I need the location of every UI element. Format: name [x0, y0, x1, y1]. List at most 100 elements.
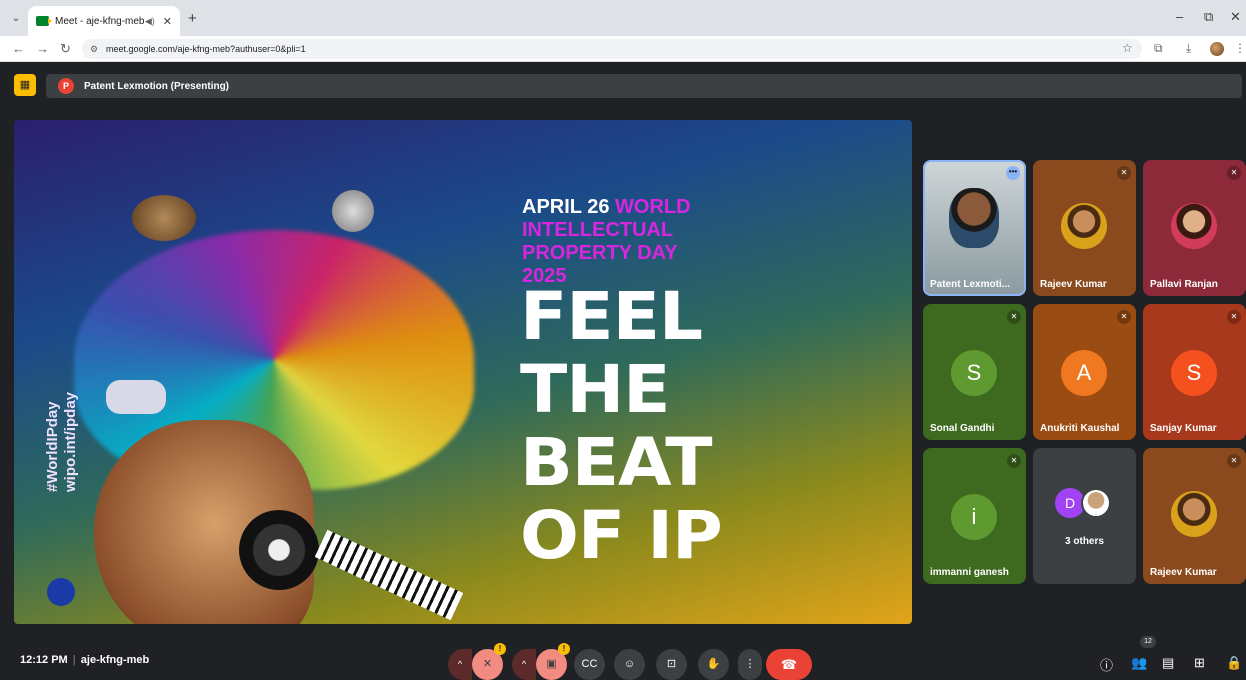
others-count: 3 others [1065, 536, 1104, 547]
avatar: A [1061, 350, 1107, 396]
participant-name: Sonal Gandhi [930, 423, 995, 434]
slogan-line-1: FEEL [520, 278, 703, 355]
presenter-avatar: P [58, 78, 74, 94]
captions-button[interactable]: CC [574, 649, 605, 680]
participant-name: Patent Lexmoti... [930, 279, 1011, 290]
hashtag: #WorldIPday [44, 401, 61, 492]
back-icon[interactable]: ← [12, 41, 25, 56]
avatar [1171, 491, 1217, 537]
participant-name: Sanjay Kumar [1150, 423, 1217, 434]
participant-name: Rajeev Kumar [1150, 567, 1217, 578]
meet-favicon-icon [36, 16, 52, 26]
avatar: S [951, 350, 997, 396]
participant-tile[interactable]: ✕ A Anukriti Kaushal [1033, 304, 1136, 440]
people-icon[interactable]: 👥 [1131, 655, 1147, 671]
meet-control-bar: 12:12 PM | aje-kfng-meb ^ ✕! ^ ▣! CC ☺ ⊡ ✋… [0, 636, 1246, 680]
avatar: S [1171, 350, 1217, 396]
slide-heading: APRIL 26 WORLD INTELLECTUAL PROPERTY DAY… [522, 196, 762, 288]
participant-tile[interactable]: ✕ S Sanjay Kumar [1143, 304, 1246, 440]
presenter-video [949, 188, 999, 248]
meeting-info: 12:12 PM | aje-kfng-meb [20, 654, 150, 666]
mic-off-icon: ✕ [1117, 310, 1131, 324]
participant-tile[interactable]: ✕ Rajeev Kumar [1033, 160, 1136, 296]
window-close-button[interactable]: ✕ [1230, 9, 1241, 25]
heading-intellectual: INTELLECTUAL [522, 219, 674, 241]
people-count-badge: 12 [1140, 636, 1156, 648]
raise-hand-button[interactable]: ✋ [698, 649, 729, 680]
heading-date: APRIL 26 [522, 196, 610, 218]
presentation-toggle-icon[interactable]: ▦ [14, 74, 36, 96]
participant-tile-presenter[interactable]: ••• Patent Lexmoti... [923, 160, 1026, 296]
browser-tab-strip: ⌄ Meet - aje-kfng-meb ◀) ✕ + – ⧉ ✕ [0, 0, 1246, 36]
participant-name: Anukriti Kaushal [1040, 423, 1120, 434]
tab-close-icon[interactable]: ✕ [163, 15, 172, 28]
tab-title: Meet - aje-kfng-meb [55, 15, 145, 27]
more-options-icon[interactable]: ••• [1006, 166, 1020, 180]
avatar [1171, 203, 1217, 249]
warning-icon: ! [494, 643, 506, 655]
heading-world: WORLD [609, 196, 691, 218]
game-controller-art [106, 380, 166, 414]
profile-avatar[interactable] [1210, 42, 1224, 56]
heading-property-day: PROPERTY DAY [522, 242, 678, 264]
browser-menu-icon[interactable]: ⋮ [1234, 41, 1246, 55]
mic-off-icon: ✕ [1227, 166, 1241, 180]
others-avatars: D [1055, 488, 1111, 518]
present-screen-button[interactable]: ⊡ [656, 649, 687, 680]
camera-toggle-button[interactable]: ▣! [536, 643, 570, 680]
url-text: meet.google.com/aje-kfng-meb?authuser=0&… [106, 44, 306, 54]
mic-off-icon: ✕ [1007, 454, 1021, 468]
wipo-site: wipo.int/ipday [62, 392, 79, 492]
clock-time: 12:12 PM [20, 654, 68, 666]
mic-off-icon: ✕ [1117, 166, 1131, 180]
restore-button[interactable]: ⧉ [1204, 9, 1213, 25]
participant-tile[interactable]: ✕ i immanni ganesh [923, 448, 1026, 584]
slide-slogan: FEEL THE BEAT OF IP [520, 278, 723, 574]
avatar [1061, 203, 1107, 249]
meeting-code: aje-kfng-meb [80, 654, 150, 666]
participant-name: Pallavi Ranjan [1150, 279, 1218, 290]
microphone-art [332, 190, 374, 232]
mic-off-icon: ✕ [1227, 310, 1241, 324]
slide-artwork [14, 120, 534, 624]
meet-window: ▦ P Patent Lexmotion (Presenting) #World… [0, 63, 1246, 680]
audio-playing-icon[interactable]: ◀) [145, 16, 155, 27]
forward-icon[interactable]: → [36, 41, 49, 56]
others-tile[interactable]: D 3 others [1033, 448, 1136, 584]
address-toolbar: ← → ↻ ⚙ meet.google.com/aje-kfng-meb?aut… [0, 36, 1246, 62]
minimize-button[interactable]: – [1176, 9, 1183, 24]
chat-icon[interactable]: ▤ [1162, 655, 1174, 671]
slogan-line-4: OF IP [520, 497, 723, 574]
site-info-icon[interactable]: ⚙ [90, 39, 98, 59]
participant-tile[interactable]: ✕ Pallavi Ranjan [1143, 160, 1246, 296]
slogan-line-2: THE [520, 351, 671, 428]
more-options-button[interactable]: ⋮ [738, 649, 762, 680]
browser-tab-meet[interactable]: Meet - aje-kfng-meb ◀) ✕ [28, 6, 180, 36]
shared-slide: #WorldIPday wipo.int/ipday APRIL 26 WORL… [14, 120, 912, 624]
avatar: i [951, 494, 997, 540]
leave-call-button[interactable]: ☎ [766, 649, 812, 680]
url-bar[interactable]: ⚙ meet.google.com/aje-kfng-meb?authuser=… [82, 39, 1142, 59]
bookmark-star-icon[interactable]: ☆ [1122, 41, 1133, 55]
extensions-icon[interactable]: ⧉ [1154, 41, 1163, 56]
participant-tile[interactable]: ✕ Rajeev Kumar [1143, 448, 1246, 584]
presenting-banner: P Patent Lexmotion (Presenting) [46, 74, 1242, 98]
headphone-art [239, 510, 319, 590]
audio-options-button[interactable]: ^ [448, 649, 472, 680]
wipo-logo-icon [47, 578, 75, 606]
emoji-reaction-button[interactable]: ☺ [614, 649, 645, 680]
slogan-line-3: BEAT [520, 424, 713, 501]
activities-icon[interactable]: ⊞ [1194, 655, 1205, 671]
downloads-icon[interactable]: ⤓ [1186, 41, 1191, 56]
host-controls-icon[interactable]: 🔒 [1226, 655, 1242, 671]
reload-icon[interactable]: ↻ [60, 41, 71, 57]
tab-search-icon[interactable]: ⌄ [8, 11, 24, 27]
participant-tile[interactable]: ✕ S Sonal Gandhi [923, 304, 1026, 440]
presenting-label: Patent Lexmotion (Presenting) [84, 80, 230, 92]
mic-toggle-button[interactable]: ✕! [472, 643, 506, 680]
new-tab-button[interactable]: + [188, 10, 197, 27]
meeting-details-icon[interactable]: ⓘ [1100, 655, 1113, 674]
video-options-button[interactable]: ^ [512, 649, 536, 680]
piano-keys-art [314, 529, 464, 621]
participant-name: Rajeev Kumar [1040, 279, 1107, 290]
